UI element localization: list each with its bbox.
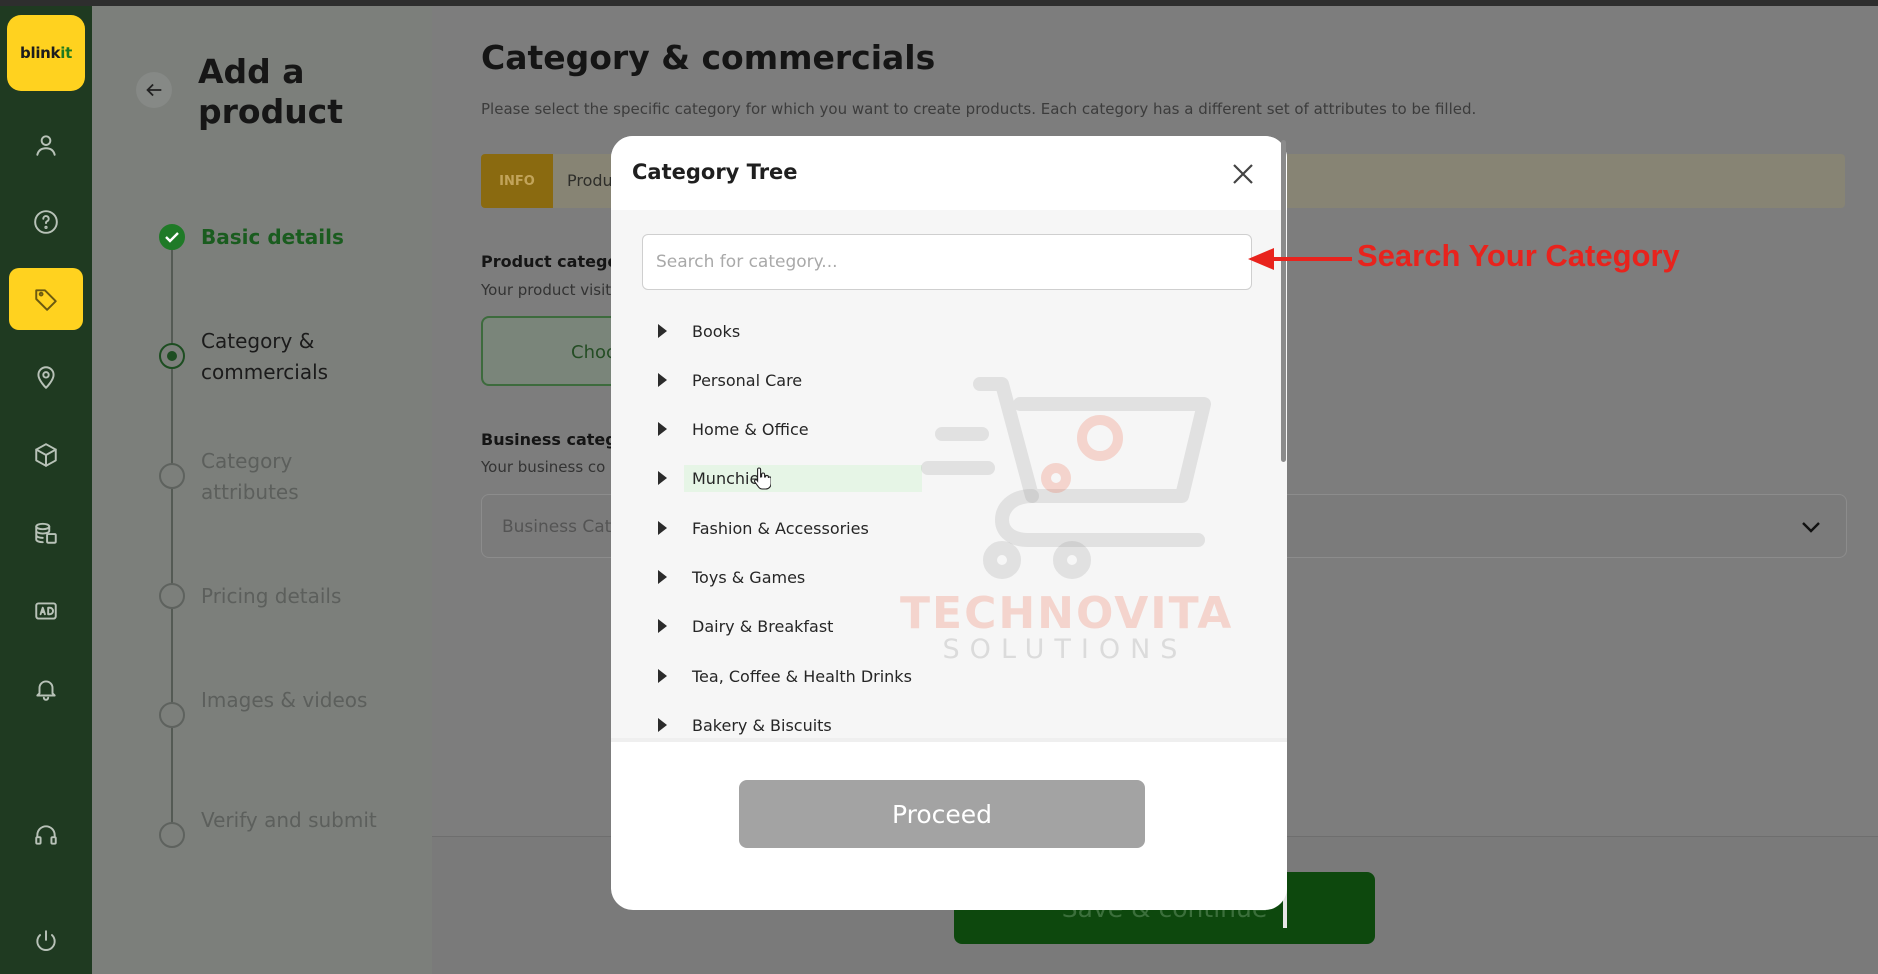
info-text: Produ: [567, 171, 613, 190]
watermark-title: TECHNOVITA: [900, 588, 1234, 639]
caret-right-icon[interactable]: [658, 570, 667, 584]
step-basic-details[interactable]: Basic details: [201, 222, 381, 253]
business-category-hint: Your business co: [481, 458, 606, 476]
modal-scrollbar[interactable]: [1281, 140, 1286, 462]
section-title: Category & commercials: [481, 38, 936, 77]
annotation-label: Search Your Category: [1357, 238, 1680, 273]
proceed-button[interactable]: Proceed: [739, 780, 1145, 848]
watermark-subtitle: SOLUTIONS: [942, 634, 1188, 665]
step-done-indicator: [159, 224, 185, 250]
category-item-bakery-biscuits[interactable]: Bakery & Biscuits: [656, 708, 976, 742]
step-images-videos[interactable]: Images & videos: [201, 685, 381, 716]
checkmark-icon: [165, 232, 179, 243]
help-circle-icon: [34, 210, 58, 234]
products-nav-button[interactable]: [9, 268, 83, 330]
profile-nav-button[interactable]: [9, 114, 83, 176]
location-pin-icon: [37, 366, 55, 389]
caret-right-icon[interactable]: [658, 422, 667, 436]
blinkit-logo[interactable]: blink it: [7, 15, 85, 91]
caret-right-icon[interactable]: [658, 718, 667, 732]
annotation-arrow-left-icon: [1248, 248, 1352, 270]
coins-icon: [35, 522, 57, 544]
logout-nav-button[interactable]: [9, 910, 83, 972]
support-nav-button[interactable]: [9, 804, 83, 866]
step-category-commercials[interactable]: Category & commercials: [201, 326, 381, 388]
steps-connector-line: [171, 250, 173, 830]
close-button[interactable]: [1229, 160, 1257, 188]
ad-icon: [35, 602, 57, 620]
tag-icon: [35, 289, 57, 311]
close-icon: [1233, 164, 1253, 184]
category-tree-modal: Category Tree Books Personal Care Home &…: [611, 136, 1287, 910]
category-item-personal-care[interactable]: Personal Care: [656, 363, 976, 397]
category-search-input[interactable]: [642, 234, 1252, 290]
chevron-down-icon: [1802, 522, 1820, 533]
caret-right-icon[interactable]: [658, 521, 667, 535]
back-button[interactable]: [136, 72, 172, 108]
bell-icon: [36, 680, 56, 701]
info-tag: INFO: [481, 154, 553, 208]
category-item-home-office[interactable]: Home & Office: [656, 412, 976, 446]
step-current-indicator: [159, 343, 185, 369]
business-category-label: Business catego: [481, 430, 628, 449]
inventory-nav-button[interactable]: [9, 424, 83, 486]
step-pending-indicator: [159, 822, 185, 848]
step-pricing-details[interactable]: Pricing details: [201, 581, 381, 612]
ads-nav-button[interactable]: [9, 580, 83, 642]
modal-title: Category Tree: [632, 160, 798, 184]
help-nav-button[interactable]: [9, 191, 83, 253]
business-category-placeholder: Business Cate: [502, 517, 622, 537]
headset-icon: [35, 825, 57, 845]
arrow-left-icon: [146, 83, 162, 97]
user-icon: [36, 135, 56, 156]
product-category-hint: Your product visit: [481, 281, 612, 299]
product-category-label: Product categor: [481, 252, 627, 271]
hand-pointer-cursor-icon: [753, 467, 771, 490]
category-item-books[interactable]: Books: [656, 314, 976, 348]
caret-right-icon[interactable]: [658, 669, 667, 683]
modal-header: Category Tree: [611, 136, 1287, 210]
notifications-nav-button[interactable]: [9, 658, 83, 720]
box-icon: [35, 443, 57, 467]
section-description: Please select the specific category for …: [481, 100, 1477, 118]
page-title: Add a product: [198, 52, 344, 131]
caret-right-icon[interactable]: [658, 471, 667, 485]
caret-right-icon[interactable]: [658, 619, 667, 633]
step-verify-submit[interactable]: Verify and submit: [201, 805, 381, 836]
step-pending-indicator: [159, 702, 185, 728]
step-category-attributes[interactable]: Category attributes: [201, 446, 381, 508]
modal-divider: [611, 738, 1287, 742]
category-item-munchies[interactable]: Munchies: [656, 461, 976, 495]
location-nav-button[interactable]: [9, 346, 83, 408]
step-pending-indicator: [159, 463, 185, 489]
caret-right-icon[interactable]: [658, 373, 667, 387]
category-item-fashion-accessories[interactable]: Fashion & Accessories: [656, 511, 976, 545]
icon-sidebar: blink it: [0, 6, 92, 974]
step-pending-indicator: [159, 583, 185, 609]
power-icon: [36, 930, 56, 951]
payments-nav-button[interactable]: [9, 502, 83, 564]
caret-right-icon[interactable]: [658, 324, 667, 338]
